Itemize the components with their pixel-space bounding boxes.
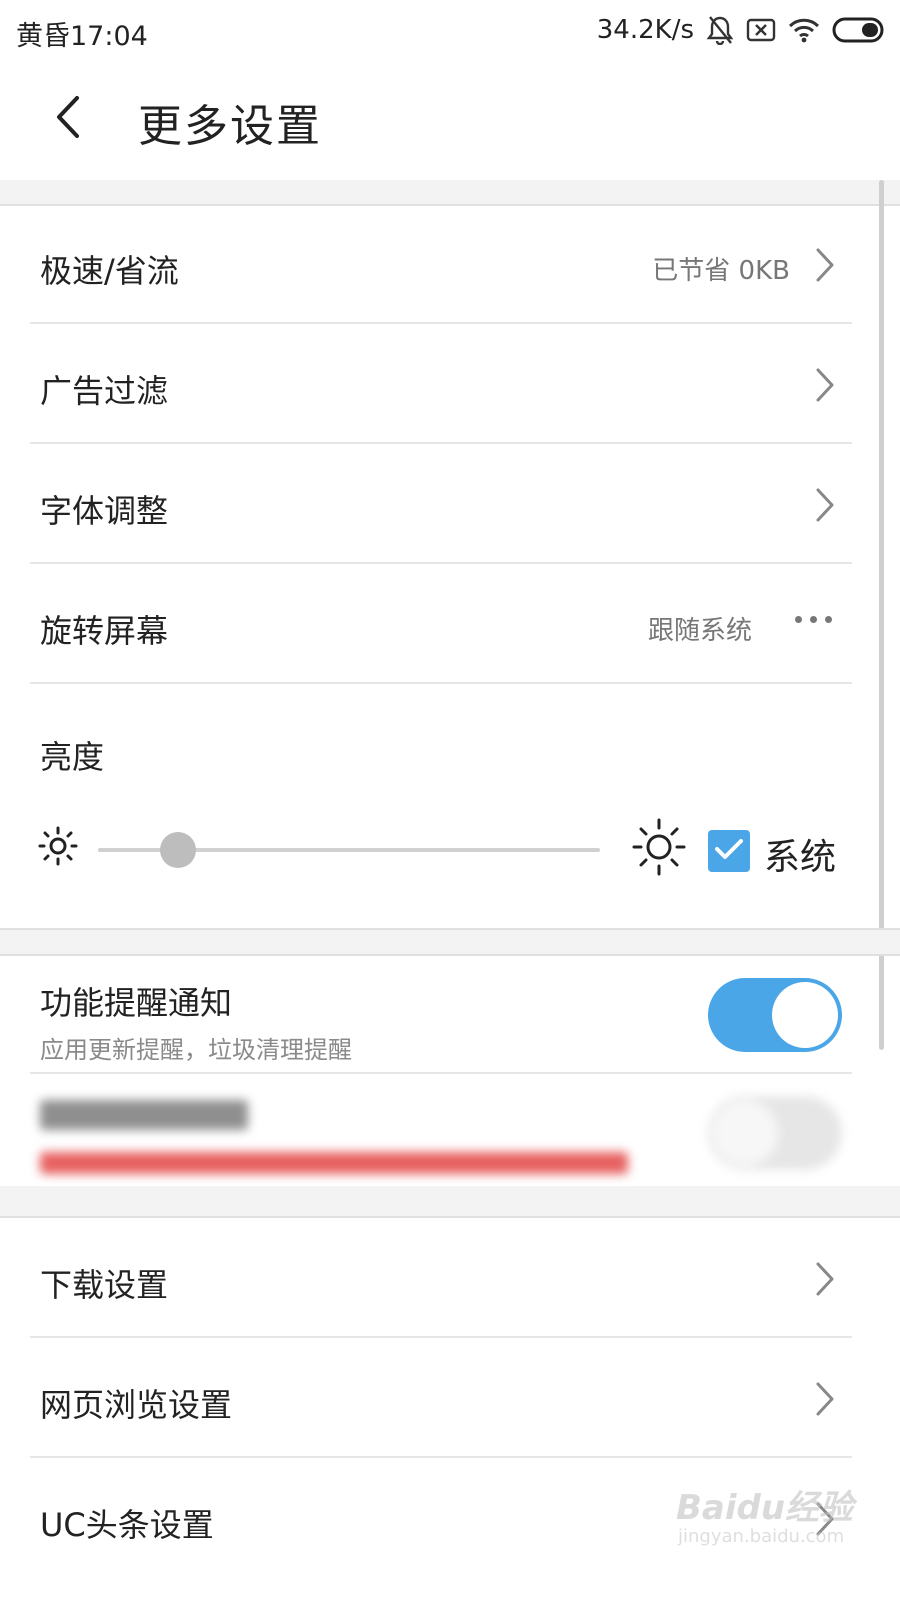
status-icons: 34.2K/s bbox=[597, 12, 886, 48]
network-speed: 34.2K/s bbox=[596, 15, 694, 45]
mute-bell-icon bbox=[706, 15, 734, 45]
chevron-right-icon bbox=[816, 368, 834, 402]
divider bbox=[30, 1336, 852, 1338]
setting-label: 旋转屏幕 bbox=[40, 612, 169, 650]
divider bbox=[30, 322, 852, 324]
redacted-setting-row bbox=[0, 1074, 880, 1186]
status-time: 黄昏17:04 bbox=[16, 21, 148, 52]
setting-value: 跟随系统 bbox=[647, 616, 752, 646]
section-divider bbox=[0, 1186, 900, 1218]
toggle-knob bbox=[772, 982, 838, 1048]
setting-label: 字体调整 bbox=[40, 492, 169, 530]
redacted-setting-toggle[interactable] bbox=[708, 1096, 842, 1170]
chevron-left-icon bbox=[53, 94, 83, 144]
setting-label: 网页浏览设置 bbox=[40, 1386, 233, 1424]
toggle-knob bbox=[712, 1100, 778, 1166]
battery-icon bbox=[832, 16, 886, 44]
setting-row-uc-headlines[interactable]: UC头条设置 bbox=[0, 1460, 880, 1578]
chevron-right-icon bbox=[816, 1382, 834, 1416]
divider bbox=[30, 562, 852, 564]
brightness-high-icon bbox=[632, 818, 686, 880]
divider bbox=[30, 682, 852, 684]
setting-row-rotate-screen[interactable]: 旋转屏幕 跟随系统 bbox=[0, 566, 880, 684]
setting-row-web-browsing[interactable]: 网页浏览设置 bbox=[0, 1340, 880, 1458]
setting-row-download[interactable]: 下载设置 bbox=[0, 1220, 880, 1338]
app-header: 更多设置 bbox=[0, 62, 900, 180]
brightness-label: 亮度 bbox=[40, 738, 105, 776]
brightness-slider[interactable] bbox=[98, 832, 600, 868]
chevron-right-icon bbox=[816, 1502, 834, 1536]
feature-reminder-toggle[interactable] bbox=[708, 978, 842, 1052]
brightness-section: 亮度 系统 bbox=[0, 686, 880, 928]
feature-reminder-subtitle: 应用更新提醒，垃圾清理提醒 bbox=[40, 1036, 352, 1064]
setting-label: 极速/省流 bbox=[40, 252, 179, 290]
divider bbox=[30, 1456, 852, 1458]
chevron-right-icon bbox=[816, 488, 834, 522]
section-divider bbox=[0, 180, 900, 206]
redacted-label-block bbox=[40, 1100, 248, 1130]
brightness-slider-thumb[interactable] bbox=[160, 832, 197, 868]
divider bbox=[30, 442, 852, 444]
section-divider bbox=[0, 928, 900, 956]
more-dots-icon bbox=[795, 616, 832, 623]
follow-system-checkbox[interactable] bbox=[708, 830, 750, 872]
setting-row-speed-saver[interactable]: 极速/省流 已节省 0KB bbox=[0, 206, 880, 324]
checkmark-icon bbox=[714, 837, 744, 865]
setting-label: 广告过滤 bbox=[40, 372, 169, 410]
brightness-low-icon bbox=[38, 826, 78, 870]
chevron-right-icon bbox=[816, 1262, 834, 1296]
setting-label: UC头条设置 bbox=[40, 1506, 214, 1544]
back-button[interactable] bbox=[38, 84, 98, 154]
status-bar: 黄昏17:04 34.2K/s bbox=[0, 0, 900, 62]
setting-row-font-adjust[interactable]: 字体调整 bbox=[0, 446, 880, 564]
feature-reminder-row: 功能提醒通知 应用更新提醒，垃圾清理提醒 bbox=[0, 956, 880, 1074]
follow-system-label: 系统 bbox=[764, 837, 837, 878]
sim-error-icon bbox=[746, 17, 776, 43]
redacted-subtitle-block bbox=[40, 1152, 628, 1174]
chevron-right-icon bbox=[816, 248, 834, 282]
wifi-icon bbox=[788, 17, 820, 43]
setting-row-ad-filter[interactable]: 广告过滤 bbox=[0, 326, 880, 444]
feature-reminder-label: 功能提醒通知 bbox=[40, 984, 233, 1022]
setting-value: 已节省 0KB bbox=[652, 256, 790, 286]
brightness-slider-row: 系统 bbox=[0, 818, 880, 882]
page-title: 更多设置 bbox=[138, 101, 322, 152]
setting-label: 下载设置 bbox=[40, 1266, 169, 1304]
